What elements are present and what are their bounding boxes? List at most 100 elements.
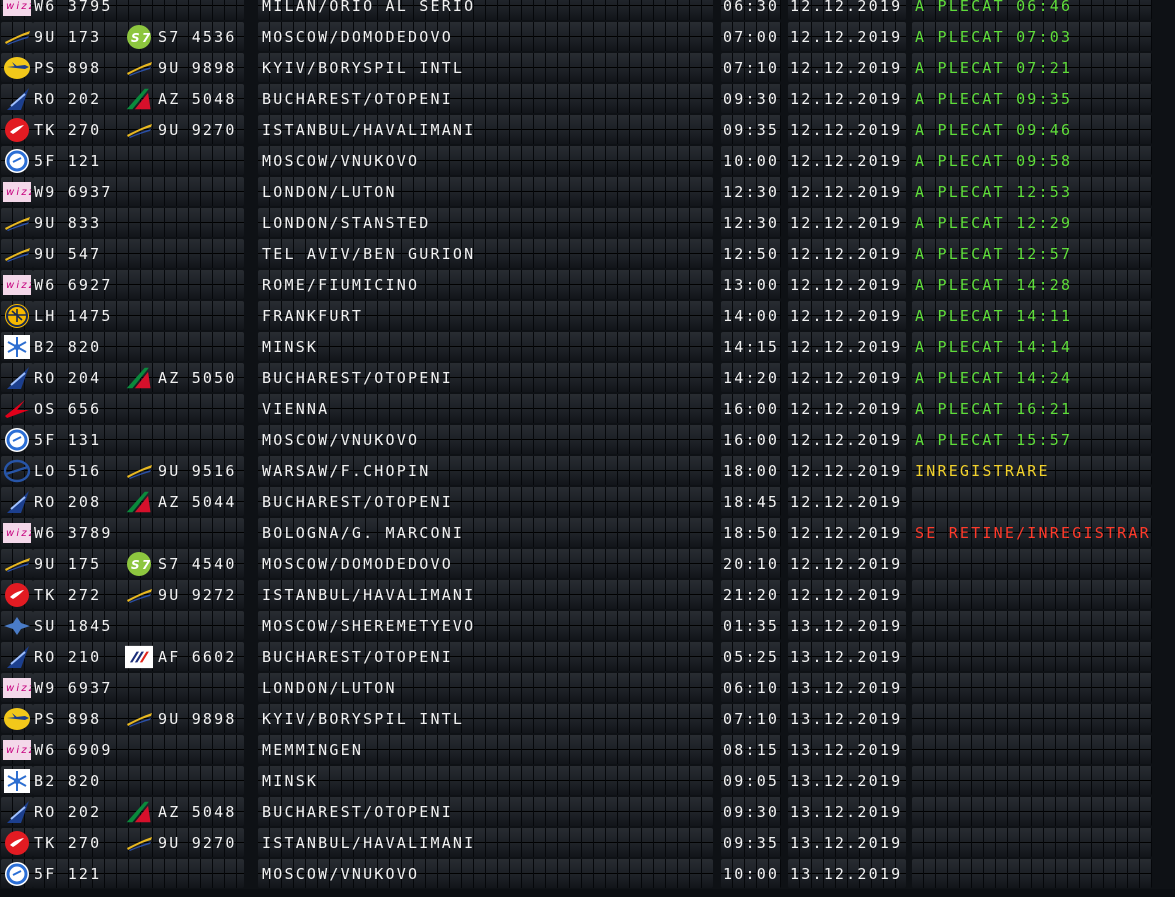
scheduled-time: 16:00	[721, 394, 781, 423]
airmoldova-logo-icon	[122, 457, 156, 484]
codeshare-logo	[122, 704, 157, 733]
turkish-airlines-logo-icon	[2, 116, 32, 143]
scheduled-time: 09:30	[721, 797, 781, 826]
wizz-air-logo-icon: wizz	[2, 271, 32, 298]
flight-row: RO 208 AZ 5044 BUCHAREST/OTOPENI 18:45 12.12…	[0, 486, 1175, 517]
destination: KYIV/BORYSPIL INTL	[258, 53, 713, 82]
flight-status: A PLECAT 07:21	[912, 53, 1152, 82]
svg-text:S7: S7	[131, 31, 152, 45]
codeshare-logo	[122, 828, 157, 857]
scheduled-time: 06:30	[721, 0, 781, 20]
airline-logo	[1, 22, 33, 51]
scheduled-date: 12.12.2019	[788, 332, 906, 361]
flyone-logo-icon	[2, 147, 32, 174]
ukraine-intl-logo-icon	[2, 54, 32, 81]
flight-status: A PLECAT 14:24	[912, 363, 1152, 392]
destination: LONDON/LUTON	[258, 673, 713, 702]
codeshare-flight-number: AZ 5044	[158, 492, 237, 511]
tarom-logo-icon	[2, 643, 32, 670]
scheduled-time: 18:50	[721, 518, 781, 547]
destination: MOSCOW/DOMODEDOVO	[258, 22, 713, 51]
airline-logo	[1, 704, 33, 733]
destination: BUCHAREST/OTOPENI	[258, 84, 713, 113]
codeshare-logo: S7	[122, 22, 157, 51]
destination: BUCHAREST/OTOPENI	[258, 797, 713, 826]
flight-status: A PLECAT 15:57	[912, 425, 1152, 454]
airmoldova-logo-icon	[122, 116, 156, 143]
scheduled-date: 12.12.2019	[788, 146, 906, 175]
flight-row: 5F 121 MOSCOW/VNUKOVO 10:00 13.12.2019	[0, 858, 1175, 889]
destination: BOLOGNA/G. MARCONI	[258, 518, 713, 547]
s7-logo-icon: S7	[122, 550, 156, 577]
flight-row: OS 656 VIENNA 16:00 12.12.2019 A PLECAT 16:2…	[0, 393, 1175, 424]
flight-status: SE RETINE/INREGISTRAR	[912, 518, 1152, 547]
codeshare-flight-number	[157, 518, 245, 547]
wizz-air-logo-icon: wizz	[2, 178, 32, 205]
codeshare-logo	[122, 797, 157, 826]
airline-logo	[1, 394, 33, 423]
airline-logo	[1, 828, 33, 857]
scheduled-date: 12.12.2019	[788, 53, 906, 82]
flight-status	[912, 549, 1152, 578]
scheduled-date: 13.12.2019	[788, 642, 906, 671]
flight-status: A PLECAT 12:29	[912, 208, 1152, 237]
destination: BUCHAREST/OTOPENI	[258, 487, 713, 516]
wizz-air-logo-icon: wizz	[2, 736, 32, 763]
flight-status	[912, 766, 1152, 795]
codeshare-flight-number: S7 4540	[158, 554, 237, 573]
scheduled-time: 09:35	[721, 828, 781, 857]
flight-status: A PLECAT 14:11	[912, 301, 1152, 330]
codeshare-flight-number: 9U 9516	[158, 461, 237, 480]
airline-logo: wizz	[1, 177, 33, 206]
scheduled-time: 10:00	[721, 859, 781, 888]
airline-logo	[1, 487, 33, 516]
scheduled-date: 12.12.2019	[788, 487, 906, 516]
scheduled-date: 12.12.2019	[788, 456, 906, 485]
flight-status	[912, 735, 1152, 764]
airline-logo	[1, 549, 33, 578]
scheduled-time: 20:10	[721, 549, 781, 578]
destination: FRANKFURT	[258, 301, 713, 330]
flight-status: A PLECAT 09:58	[912, 146, 1152, 175]
svg-text:wizz: wizz	[6, 683, 31, 694]
scheduled-date: 12.12.2019	[788, 84, 906, 113]
scheduled-time: 08:15	[721, 735, 781, 764]
scheduled-time: 10:00	[721, 146, 781, 175]
airmoldova-logo-icon	[122, 54, 156, 81]
flight-status: A PLECAT 12:57	[912, 239, 1152, 268]
destination: ISTANBUL/HAVALIMANI	[258, 580, 713, 609]
lot-logo-icon	[2, 457, 32, 484]
flight-status	[912, 828, 1152, 857]
flight-status: A PLECAT 16:21	[912, 394, 1152, 423]
scheduled-date: 12.12.2019	[788, 208, 906, 237]
scheduled-date: 13.12.2019	[788, 766, 906, 795]
destination: MOSCOW/VNUKOVO	[258, 859, 713, 888]
airmoldova-logo-icon	[122, 705, 156, 732]
airline-logo	[1, 84, 33, 113]
flight-row: LH 1475 FRANKFURT 14:00 12.12.2019 A PLECAT …	[0, 300, 1175, 331]
codeshare-flight-number: AF 6602	[158, 647, 237, 666]
codeshare-flight-number	[157, 332, 245, 361]
tarom-logo-icon	[2, 364, 32, 391]
flight-row: wizzW6 3789BOLOGNA/G. MARCONI18:5012.12.…	[0, 517, 1175, 548]
scheduled-date: 13.12.2019	[788, 673, 906, 702]
destination: KYIV/BORYSPIL INTL	[258, 704, 713, 733]
codeshare-flight-number	[157, 859, 245, 888]
destination: MILAN/ORIO AL SERIO	[258, 0, 713, 20]
flight-row: B2 820 MINSK 09:05 13.12.2019	[0, 765, 1175, 796]
flight-row: 9U 547 TEL AVIV/BEN GURION 12:50 12.12.2019…	[0, 238, 1175, 269]
flyone-logo-icon	[2, 860, 32, 887]
flight-status	[912, 611, 1152, 640]
scheduled-time: 09:30	[721, 84, 781, 113]
flight-status: A PLECAT 09:35	[912, 84, 1152, 113]
scheduled-time: 14:20	[721, 363, 781, 392]
airline-logo: wizz	[1, 518, 33, 547]
codeshare-flight-number: 9U 9898	[158, 58, 237, 77]
codeshare-flight-number	[157, 301, 245, 330]
air-france-logo-icon	[122, 643, 156, 670]
scheduled-date: 12.12.2019	[788, 270, 906, 299]
wizz-air-logo-icon: wizz	[2, 519, 32, 546]
scheduled-time: 14:15	[721, 332, 781, 361]
scheduled-date: 12.12.2019	[788, 301, 906, 330]
destination: MOSCOW/VNUKOVO	[258, 146, 713, 175]
